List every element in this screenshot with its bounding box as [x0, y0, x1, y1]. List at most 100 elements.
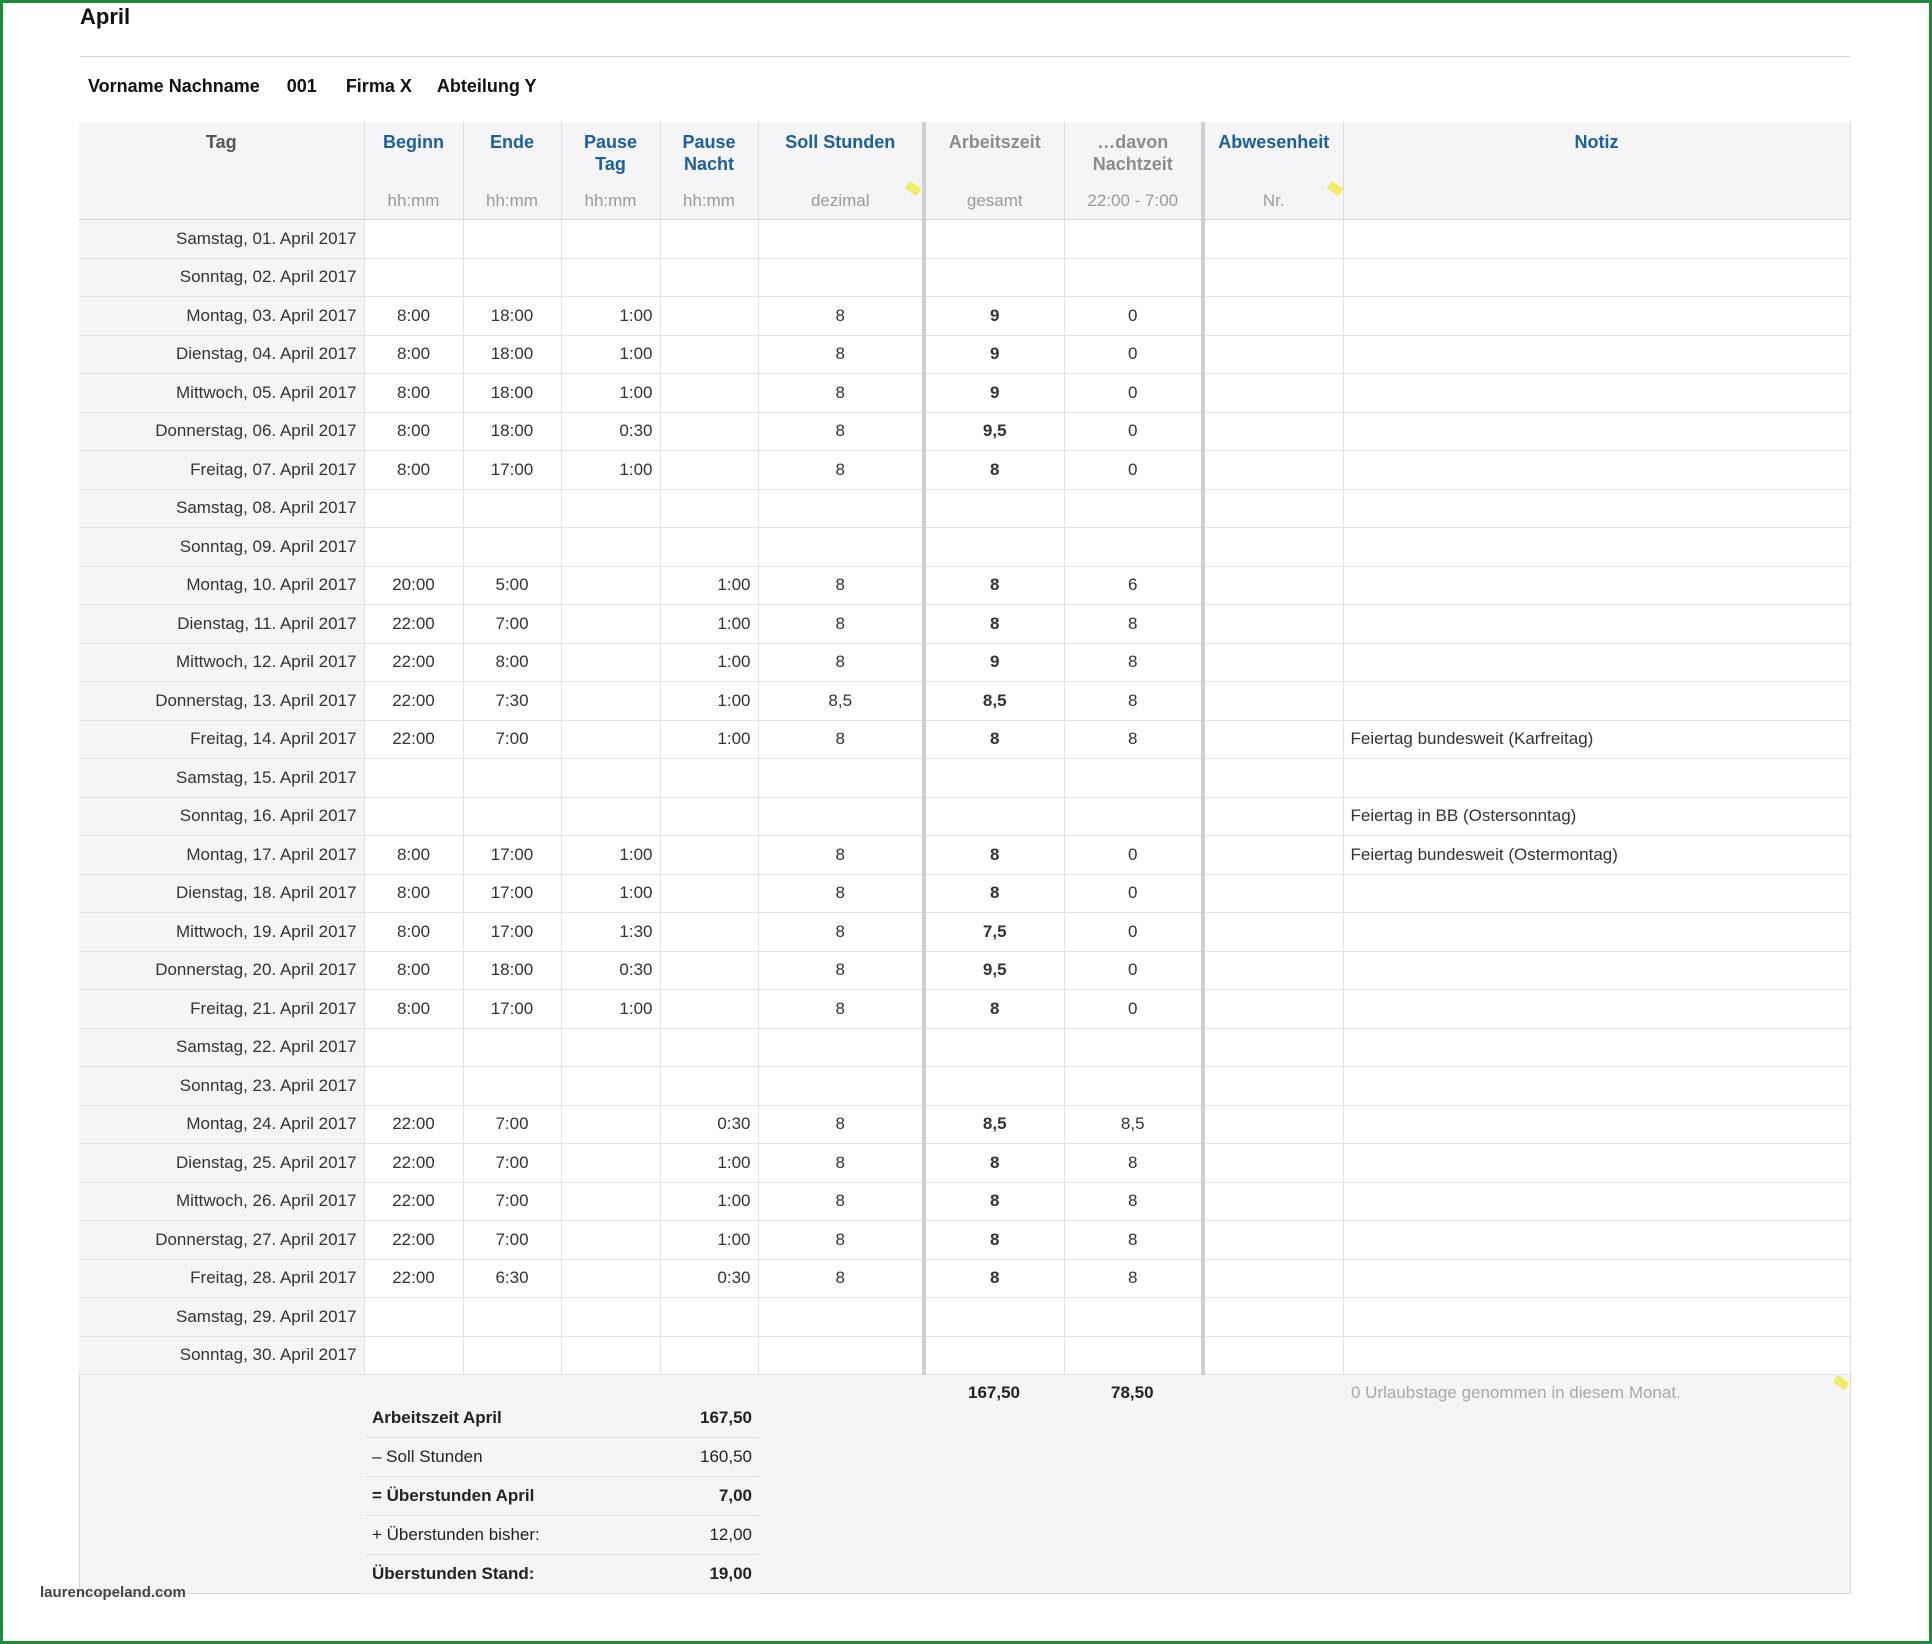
table-cell[interactable] — [660, 373, 759, 413]
table-cell[interactable] — [364, 219, 464, 259]
table-cell[interactable] — [758, 797, 926, 836]
table-cell[interactable]: 22:00 — [364, 1259, 464, 1298]
table-cell[interactable]: 0:30 — [561, 951, 661, 990]
table-cell[interactable]: 8 — [1064, 1143, 1205, 1183]
table-cell[interactable] — [660, 951, 759, 990]
table-cell[interactable] — [924, 1336, 1065, 1375]
table-cell[interactable]: 8 — [924, 1259, 1065, 1298]
table-cell[interactable] — [1203, 412, 1344, 451]
table-cell[interactable]: 1:00 — [561, 296, 661, 336]
table-cell[interactable] — [1203, 296, 1344, 336]
table-cell[interactable]: 17:00 — [463, 912, 562, 952]
table-cell[interactable]: 8 — [924, 1182, 1065, 1221]
table-cell[interactable] — [758, 1336, 926, 1375]
table-cell[interactable] — [924, 527, 1065, 567]
table-cell[interactable]: 9 — [924, 335, 1065, 374]
table-cell[interactable]: 8 — [758, 835, 926, 875]
table-cell[interactable]: 1:00 — [660, 681, 759, 721]
table-cell[interactable]: 8 — [924, 835, 1065, 875]
table-cell[interactable] — [1064, 1297, 1205, 1337]
table-cell[interactable] — [364, 1028, 464, 1067]
table-cell[interactable] — [561, 1143, 661, 1183]
table-cell[interactable] — [660, 874, 759, 913]
table-cell[interactable]: 8 — [924, 1220, 1065, 1260]
table-cell[interactable] — [660, 1297, 759, 1337]
table-cell[interactable]: 0 — [1064, 874, 1205, 913]
table-cell[interactable] — [924, 219, 1065, 259]
table-cell[interactable]: 8:00 — [364, 874, 464, 913]
table-cell[interactable]: 8,5 — [924, 1105, 1065, 1144]
table-cell[interactable] — [1064, 758, 1205, 798]
table-cell[interactable]: 8 — [924, 989, 1065, 1029]
table-cell[interactable]: 8 — [758, 1105, 926, 1144]
table-cell[interactable]: 0 — [1064, 951, 1205, 990]
table-cell[interactable] — [364, 258, 464, 297]
table-cell[interactable]: 8 — [1064, 1259, 1205, 1298]
table-cell[interactable] — [1203, 1143, 1344, 1183]
table-cell[interactable] — [1343, 296, 1851, 336]
table-cell[interactable]: 22:00 — [364, 643, 464, 682]
table-cell[interactable]: 8 — [758, 1143, 926, 1183]
table-cell[interactable]: 8 — [758, 951, 926, 990]
table-cell[interactable] — [1203, 373, 1344, 413]
table-cell[interactable] — [561, 1259, 661, 1298]
table-cell[interactable]: 0 — [1064, 373, 1205, 413]
table-cell[interactable] — [1343, 258, 1851, 297]
table-cell[interactable] — [561, 1220, 661, 1260]
table-cell[interactable] — [1343, 1105, 1851, 1144]
table-cell[interactable]: 17:00 — [463, 874, 562, 913]
table-cell[interactable]: 8 — [1064, 643, 1205, 682]
table-cell[interactable]: 8 — [1064, 1220, 1205, 1260]
table-cell[interactable] — [660, 1028, 759, 1067]
table-cell[interactable] — [758, 258, 926, 297]
table-cell[interactable]: 8 — [1064, 604, 1205, 644]
table-cell[interactable] — [758, 758, 926, 798]
table-cell[interactable] — [1203, 1066, 1344, 1106]
table-cell[interactable]: 18:00 — [463, 951, 562, 990]
table-cell[interactable] — [1203, 1182, 1344, 1221]
table-cell[interactable]: 8 — [924, 566, 1065, 605]
table-cell[interactable] — [1343, 1143, 1851, 1183]
table-cell[interactable]: 0 — [1064, 412, 1205, 451]
table-cell[interactable] — [463, 758, 562, 798]
table-cell[interactable] — [561, 219, 661, 259]
table-cell[interactable] — [1203, 604, 1344, 644]
table-cell[interactable] — [660, 835, 759, 875]
table-cell[interactable] — [924, 1028, 1065, 1067]
table-cell[interactable] — [1343, 1220, 1851, 1260]
table-cell[interactable] — [1203, 335, 1344, 374]
table-cell[interactable]: 8 — [758, 412, 926, 451]
table-cell[interactable] — [1343, 527, 1851, 567]
table-cell[interactable]: 0:30 — [561, 412, 661, 451]
table-cell[interactable] — [561, 1105, 661, 1144]
table-cell[interactable]: 17:00 — [463, 450, 562, 490]
table-cell[interactable] — [1203, 1259, 1344, 1298]
table-cell[interactable] — [1203, 258, 1344, 297]
table-cell[interactable] — [1064, 258, 1205, 297]
table-cell[interactable]: 0 — [1064, 912, 1205, 952]
table-cell[interactable] — [1343, 1066, 1851, 1106]
table-cell[interactable] — [660, 1336, 759, 1375]
table-cell[interactable] — [1203, 1028, 1344, 1067]
table-cell[interactable] — [1203, 681, 1344, 721]
table-cell[interactable] — [561, 720, 661, 759]
table-cell[interactable] — [660, 335, 759, 374]
table-cell[interactable]: 9 — [924, 373, 1065, 413]
table-cell[interactable] — [1203, 720, 1344, 759]
table-cell[interactable]: 1:00 — [561, 989, 661, 1029]
table-cell[interactable] — [1203, 989, 1344, 1029]
table-cell[interactable] — [364, 1066, 464, 1106]
table-cell[interactable]: 8:00 — [364, 912, 464, 952]
table-cell[interactable]: 8 — [924, 604, 1065, 644]
table-cell[interactable]: 7:00 — [463, 1220, 562, 1260]
table-cell[interactable]: 1:30 — [561, 912, 661, 952]
table-cell[interactable] — [561, 758, 661, 798]
table-cell[interactable] — [1203, 1220, 1344, 1260]
table-cell[interactable] — [1203, 566, 1344, 605]
table-cell[interactable]: 8 — [924, 1143, 1065, 1183]
table-cell[interactable] — [1343, 1028, 1851, 1067]
table-cell[interactable] — [1343, 874, 1851, 913]
table-cell[interactable]: 18:00 — [463, 373, 562, 413]
table-cell[interactable]: 8:00 — [364, 373, 464, 413]
table-cell[interactable] — [1343, 1259, 1851, 1298]
